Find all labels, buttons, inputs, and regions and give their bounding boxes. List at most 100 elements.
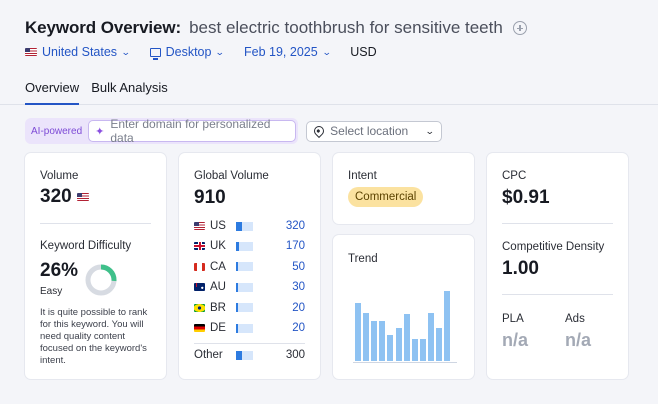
global-volume-value: 910 — [194, 187, 226, 208]
device-dropdown[interactable]: Desktop ⌄ — [149, 45, 226, 60]
location-select[interactable]: Select location ⌄ — [306, 120, 442, 142]
ca-flag-icon — [194, 262, 205, 271]
location-pin-icon — [312, 123, 327, 139]
ai-powered-box: AI-powered ✦ Enter domain for personaliz… — [25, 117, 299, 145]
location-placeholder: Select location — [330, 124, 409, 138]
domain-input[interactable]: ✦ Enter domain for personalized data — [88, 117, 297, 145]
kd-description-box: It is quite possible to rank for this ke… — [40, 307, 158, 366]
tab-overview[interactable]: Overview — [25, 80, 80, 105]
trend-bar[interactable] — [444, 291, 451, 361]
country-row-uk[interactable]: UK 170 — [194, 239, 305, 253]
volume-value: 320 — [40, 186, 72, 207]
country-code: DE — [210, 322, 226, 334]
trend-chart — [355, 291, 455, 361]
country-share-bar — [236, 303, 253, 313]
trend-bar[interactable] — [403, 314, 410, 361]
device-label: Desktop — [165, 45, 212, 59]
country-code: CA — [210, 260, 226, 273]
intent-badge[interactable]: Commercial — [348, 187, 424, 207]
volume-value-row: 320 — [40, 186, 89, 208]
country-volume: 320 — [285, 220, 305, 232]
global-volume-label: Global Volume — [194, 170, 269, 182]
tab-bulk-analysis[interactable]: Bulk Analysis — [91, 80, 168, 105]
country-row-other[interactable]: Other 300 — [194, 348, 305, 362]
trend-bar[interactable] — [427, 313, 434, 361]
global-volume-card: Global Volume 910 US 320 UK 170 CA 50 AU 30 BR 20… — [179, 153, 320, 379]
de-flag-icon — [194, 324, 205, 332]
pla-label: PLA — [502, 313, 524, 325]
domain-input-placeholder: Enter domain for personalized data — [110, 117, 271, 145]
au-flag-icon — [194, 283, 205, 292]
trend-bar[interactable] — [371, 321, 378, 361]
country-row-ca[interactable]: CA 50 — [194, 260, 305, 274]
trend-bar[interactable] — [395, 328, 402, 361]
chevron-down-icon: ⌄ — [215, 46, 226, 57]
kd-value: 26% — [40, 260, 79, 281]
trend-bar[interactable] — [355, 303, 361, 361]
trend-label: Trend — [348, 253, 378, 265]
trend-baseline — [353, 362, 457, 363]
keyword-title: best electric toothbrush for sensitive t… — [189, 18, 503, 37]
volume-label: Volume — [40, 170, 79, 182]
trend-bar[interactable] — [411, 339, 418, 361]
trend-bar[interactable] — [363, 313, 370, 361]
country-share-bar — [236, 221, 253, 231]
volume-kd-card: Volume 320 Keyword Difficulty 26% Easy I… — [25, 153, 166, 379]
cpc-label: CPC — [502, 170, 527, 182]
trend-bar[interactable] — [379, 321, 386, 361]
country-code: AU — [210, 281, 226, 294]
date-label: Feb 19, 2025 — [244, 45, 318, 59]
country-row-de[interactable]: DE 20 — [194, 321, 305, 335]
filters-bar: United States ⌄ Desktop ⌄ Feb 19, 2025 ⌄… — [25, 45, 397, 60]
country-share-bar — [236, 323, 253, 333]
other-label: Other — [194, 349, 223, 361]
intent-card: Intent Commercial — [333, 153, 474, 224]
other-value: 300 — [285, 349, 305, 361]
country-row-br[interactable]: BR 20 — [194, 301, 305, 315]
country-label: United States — [42, 45, 118, 59]
country-row-au[interactable]: AU 30 — [194, 280, 305, 294]
trend-bar[interactable] — [419, 339, 426, 361]
personalization-row: AI-powered ✦ Enter domain for personaliz… — [25, 117, 442, 145]
country-share-bar — [236, 282, 253, 292]
competitive-density-value: 1.00 — [502, 258, 539, 279]
kd-level: Easy — [40, 286, 63, 297]
uk-flag-icon — [194, 242, 205, 251]
divider — [502, 223, 613, 224]
page-header: Keyword Overview: best electric toothbru… — [25, 18, 527, 38]
country-code: UK — [210, 240, 226, 253]
country-volume: 30 — [292, 281, 305, 294]
us-flag-icon — [25, 48, 37, 56]
country-volume: 20 — [292, 322, 305, 334]
chevron-down-icon: ⌄ — [321, 46, 332, 57]
country-volume: 20 — [292, 301, 305, 314]
kd-description: It is quite possible to rank for this ke… — [40, 307, 148, 366]
country-code: BR — [210, 301, 226, 314]
kd-donut-chart — [85, 264, 117, 296]
country-volume: 170 — [285, 240, 305, 253]
country-row-us[interactable]: US 320 — [194, 219, 305, 233]
divider — [194, 343, 305, 344]
us-flag-icon — [194, 222, 205, 230]
trend-bar[interactable] — [436, 328, 442, 361]
other-share-bar — [236, 350, 253, 360]
competitive-density-label: Competitive Density — [502, 241, 605, 253]
cpc-value: $0.91 — [502, 187, 550, 208]
trend-bar[interactable] — [387, 335, 394, 361]
sparkle-icon: ✦ — [95, 125, 105, 138]
us-flag-icon — [76, 193, 89, 201]
country-dropdown[interactable]: United States ⌄ — [25, 45, 131, 59]
page-title: Keyword Overview: — [25, 18, 182, 37]
kd-label: Keyword Difficulty — [40, 240, 132, 252]
ai-powered-badge: AI-powered — [31, 125, 83, 137]
divider — [502, 294, 613, 295]
pla-value: n/a — [502, 330, 529, 350]
trend-card: Trend — [333, 235, 474, 379]
chevron-down-icon: ⌄ — [425, 125, 435, 136]
country-volume: 50 — [292, 260, 305, 273]
add-circle-icon[interactable] — [512, 21, 527, 35]
date-dropdown[interactable]: Feb 19, 2025 ⌄ — [244, 45, 332, 59]
intent-label: Intent — [348, 170, 377, 182]
divider — [40, 223, 151, 224]
ads-label: Ads — [565, 313, 585, 325]
